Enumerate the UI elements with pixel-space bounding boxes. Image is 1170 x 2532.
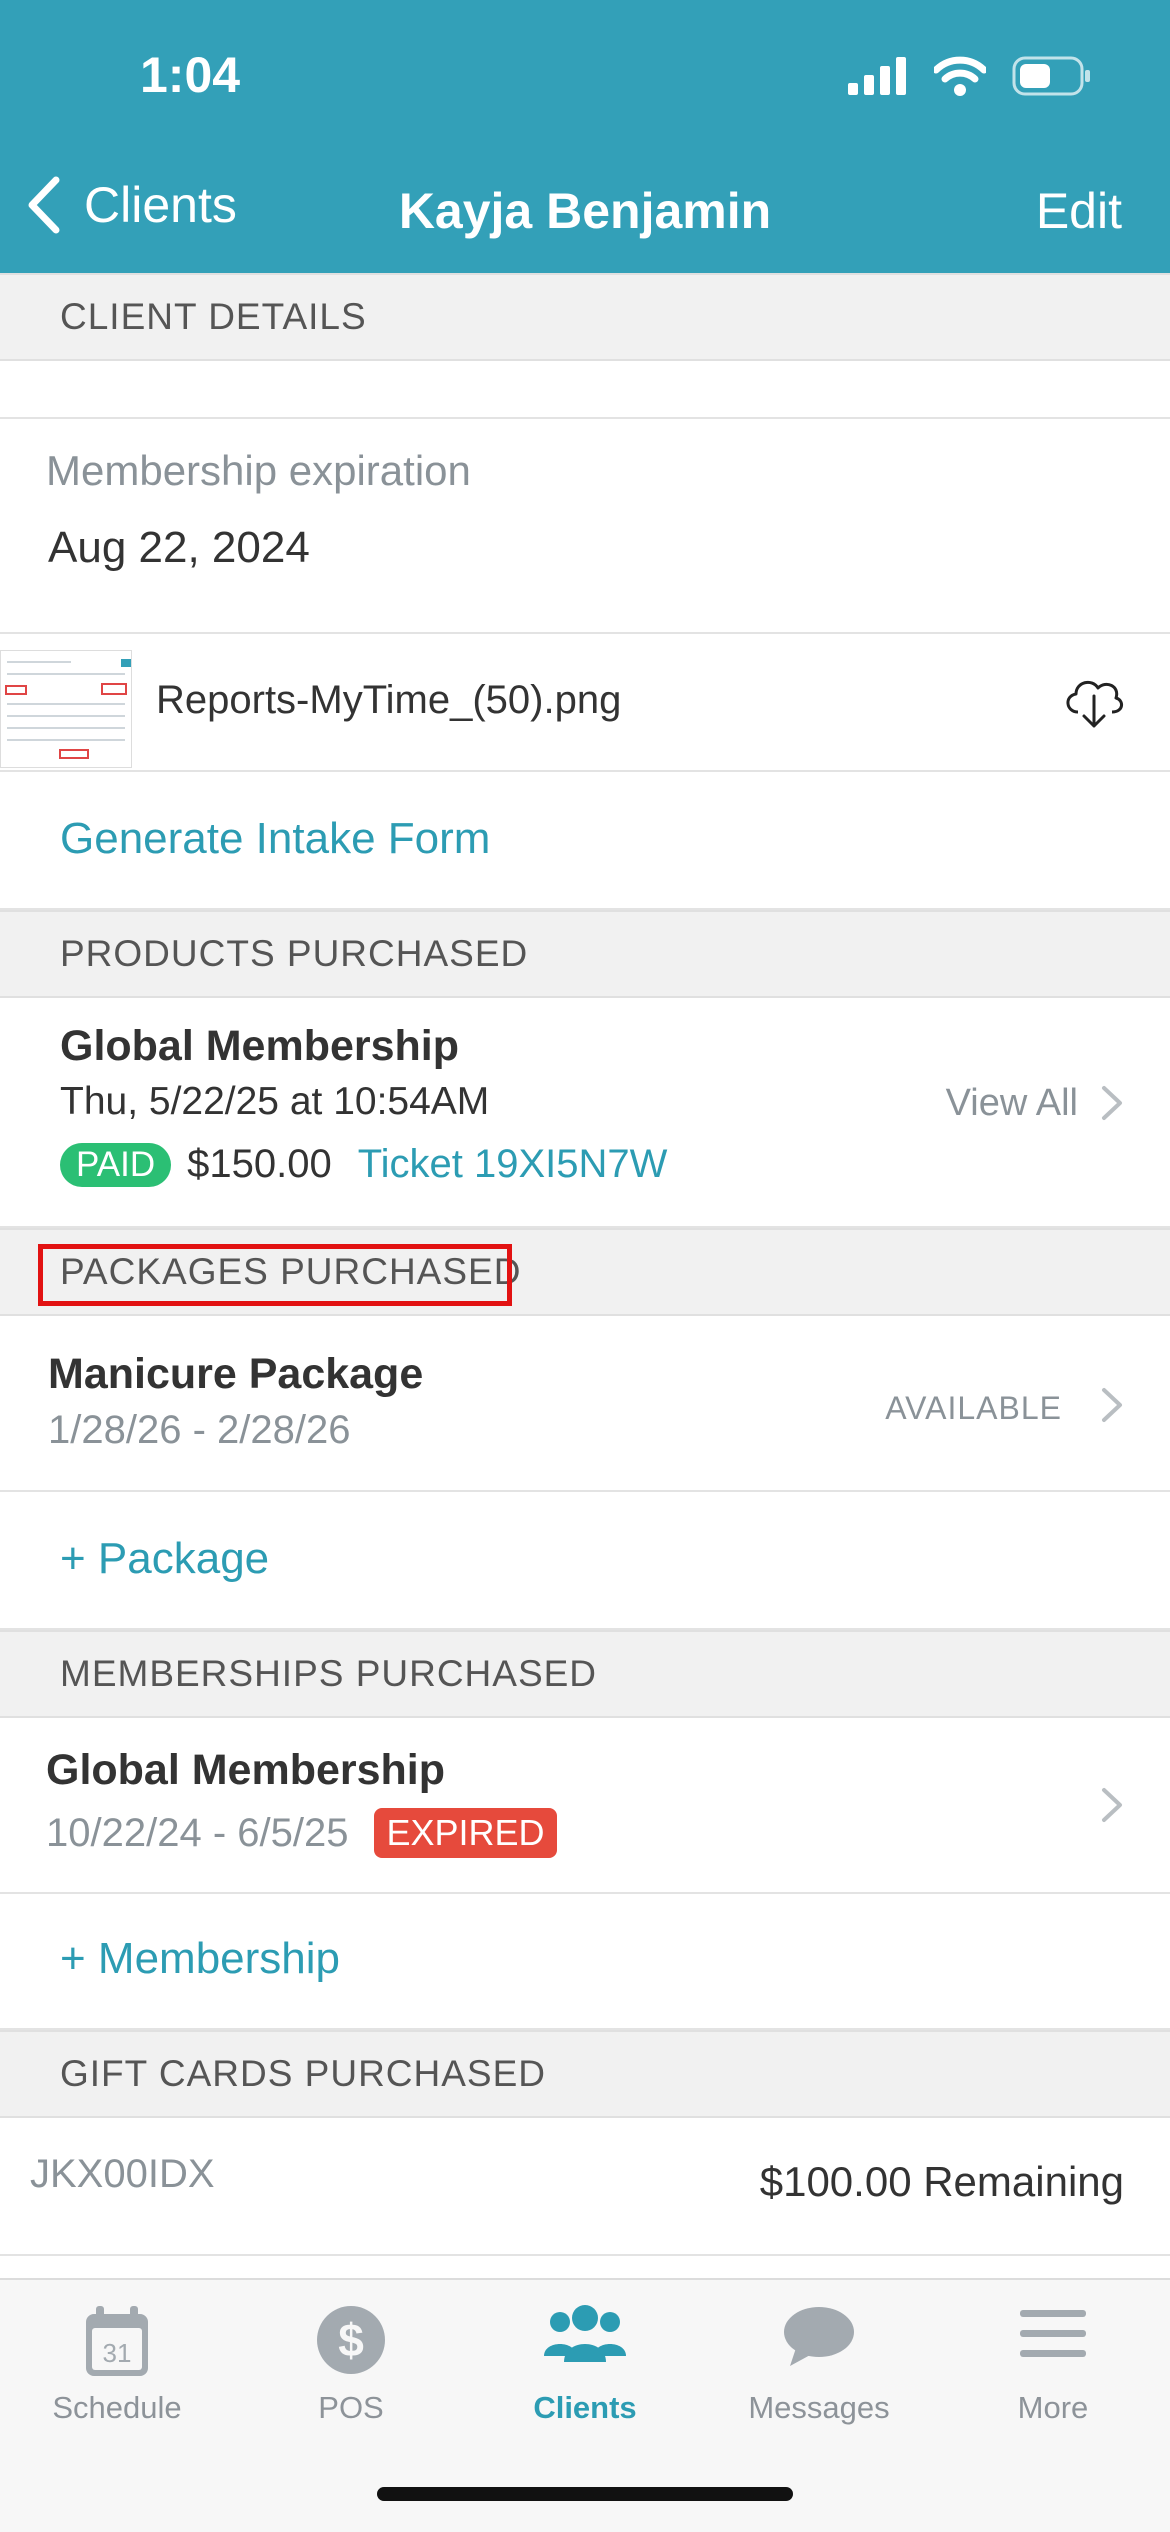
tab-messages[interactable]: Messages — [702, 2280, 936, 2430]
home-indicator[interactable] — [377, 2487, 793, 2501]
calendar-icon: 31 — [86, 2306, 148, 2376]
message-icon — [784, 2307, 854, 2366]
section-header-gift-cards: GIFT CARDS PURCHASED — [0, 2030, 1170, 2118]
add-membership-row[interactable]: + Membership — [0, 1894, 1170, 2030]
tab-clients[interactable]: Clients — [468, 2280, 702, 2430]
clients-icon — [544, 2305, 626, 2362]
edit-button[interactable]: Edit — [1036, 182, 1122, 240]
tab-label-clients: Clients — [533, 2390, 637, 2425]
chevron-right-icon — [1102, 1086, 1122, 1120]
section-header-client-details: CLIENT DETAILS — [0, 273, 1170, 361]
chevron-right-icon — [1102, 1788, 1122, 1822]
ticket-link[interactable]: Ticket 19XI5N7W — [358, 1142, 668, 1187]
generate-intake-form-link[interactable]: Generate Intake Form — [60, 814, 490, 864]
package-status: AVAILABLE — [885, 1390, 1062, 1426]
membership-row[interactable]: Global Membership 10/22/24 - 6/5/25 EXPI… — [0, 1718, 1170, 1894]
dollar-icon: $ — [317, 2306, 385, 2374]
attachment-row[interactable]: Reports-MyTime_(50).png — [0, 634, 1170, 772]
package-row[interactable]: Manicure Package 1/28/26 - 2/28/26 AVAIL… — [0, 1316, 1170, 1492]
calendar-day-number: 31 — [103, 2338, 132, 2368]
tab-label-messages: Messages — [748, 2390, 890, 2425]
svg-text:$: $ — [338, 2314, 364, 2366]
gift-card-row[interactable]: JKX00IDX $100.00 Remaining — [0, 2118, 1170, 2256]
spacer-row — [0, 361, 1170, 419]
attachment-filename: Reports-MyTime_(50).png — [156, 678, 622, 722]
tab-pos[interactable]: $ POS — [234, 2280, 468, 2430]
product-name: Global Membership — [60, 1022, 460, 1070]
product-row[interactable]: Global Membership Thu, 5/22/25 at 10:54A… — [0, 998, 1170, 1228]
generate-intake-row[interactable]: Generate Intake Form — [0, 772, 1170, 910]
attachment-thumbnail[interactable] — [0, 650, 132, 768]
membership-expiration-row: Membership expiration Aug 22, 2024 — [0, 419, 1170, 634]
package-name: Manicure Package — [48, 1350, 424, 1398]
product-payment: PAID $150.00 Ticket 19XI5N7W — [60, 1142, 667, 1187]
add-package-row[interactable]: + Package — [0, 1492, 1170, 1630]
expired-badge: EXPIRED — [374, 1808, 557, 1858]
status-icons — [848, 56, 1092, 96]
tab-label-schedule: Schedule — [52, 2390, 182, 2425]
tab-more[interactable]: More — [936, 2280, 1170, 2430]
navigation-header: 1:04 Clients Kayja Benjamin Edit — [0, 0, 1170, 273]
tab-label-more: More — [1017, 2390, 1089, 2425]
add-package-button[interactable]: + Package — [60, 1534, 269, 1584]
view-all-link[interactable]: View All — [946, 1082, 1078, 1125]
package-dates: 1/28/26 - 2/28/26 — [48, 1408, 351, 1452]
membership-expiration-label: Membership expiration — [46, 447, 471, 494]
packages-highlight-box — [38, 1244, 512, 1306]
gift-card-remaining: $100.00 Remaining — [759, 2158, 1124, 2205]
section-header-memberships: MEMBERSHIPS PURCHASED — [0, 1630, 1170, 1718]
tab-label-pos: POS — [318, 2390, 384, 2425]
tab-schedule[interactable]: 31 Schedule — [0, 2280, 234, 2430]
cloud-download-icon[interactable] — [1062, 672, 1126, 730]
status-time: 1:04 — [140, 47, 241, 103]
battery-icon — [1012, 56, 1090, 96]
membership-expiration-value: Aug 22, 2024 — [48, 523, 310, 572]
page-title: Kayja Benjamin — [398, 183, 772, 239]
product-date: Thu, 5/22/25 at 10:54AM — [60, 1080, 490, 1123]
add-membership-button[interactable]: + Membership — [60, 1934, 340, 1984]
membership-meta: 10/22/24 - 6/5/25 EXPIRED — [46, 1808, 557, 1858]
section-header-products: PRODUCTS PURCHASED — [0, 910, 1170, 998]
product-amount: $150.00 — [187, 1142, 332, 1186]
chevron-right-icon — [1102, 1388, 1122, 1422]
membership-dates: 10/22/24 - 6/5/25 — [46, 1810, 349, 1855]
menu-icon — [1020, 2310, 1086, 2357]
gift-card-code: JKX00IDX — [30, 2152, 215, 2196]
signal-icon — [848, 57, 906, 95]
paid-badge: PAID — [60, 1142, 172, 1187]
wifi-icon — [934, 56, 986, 96]
membership-name: Global Membership — [46, 1746, 446, 1794]
